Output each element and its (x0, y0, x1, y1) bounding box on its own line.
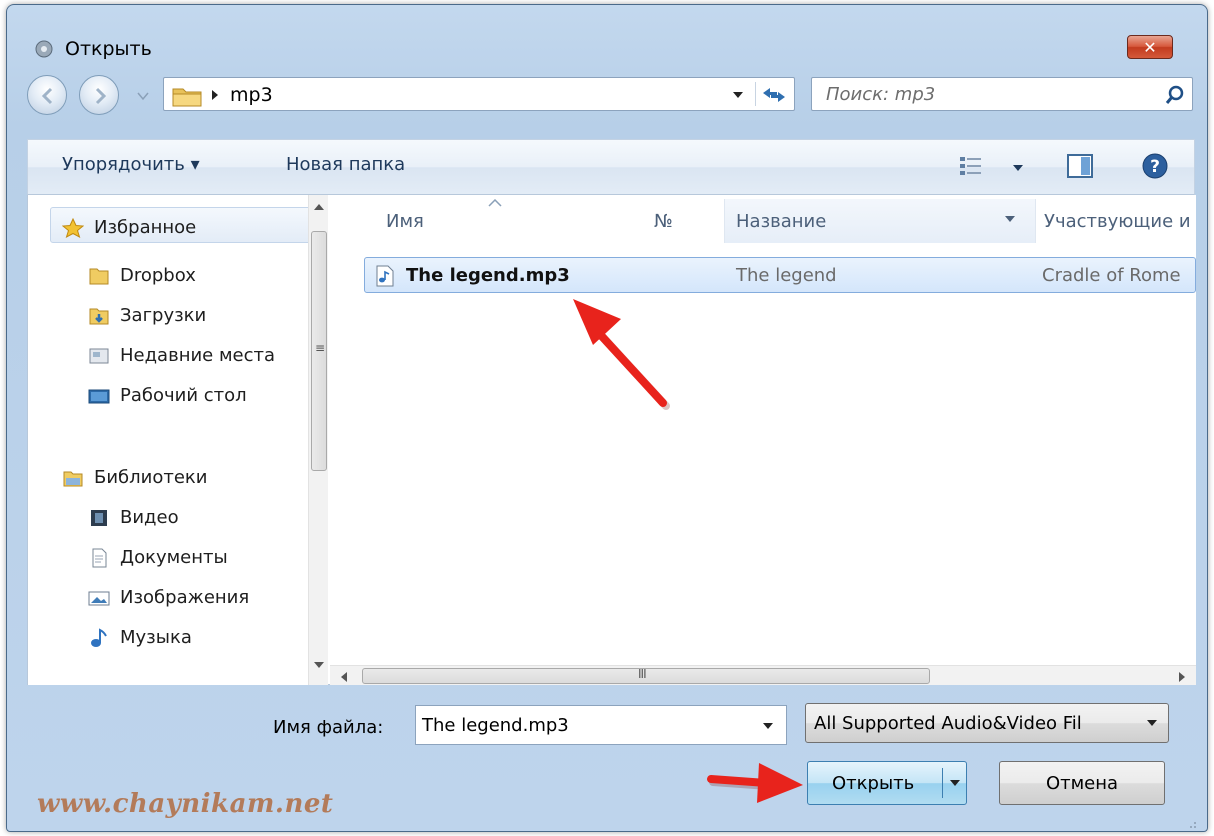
back-button[interactable] (27, 75, 67, 115)
forward-button[interactable] (79, 75, 119, 115)
cancel-button[interactable]: Отмена (999, 761, 1165, 805)
breadcrumb-mp3[interactable]: mp3 (230, 84, 273, 106)
content-area: Избранное Dropbox Загрузки Недавние мест… (27, 195, 1196, 685)
command-toolbar: Упорядочить ▾ Новая папка ? (27, 139, 1195, 195)
nav-label: Документы (120, 547, 228, 568)
file-type-filter[interactable]: All Supported Audio&Video Fil (805, 703, 1169, 743)
folder-icon (172, 88, 202, 107)
file-type-dropdown-icon[interactable] (1146, 719, 1158, 727)
scroll-left-icon[interactable] (340, 671, 348, 683)
nav-vertical-scrollbar[interactable]: ≡ (308, 195, 328, 685)
nav-label: Избранное (94, 217, 197, 238)
search-input[interactable]: Поиск: mp3 (826, 84, 935, 105)
file-title-cell: The legend (736, 265, 837, 286)
address-separator (755, 82, 756, 106)
resize-grip-icon[interactable] (1183, 817, 1197, 829)
pictures-icon (88, 591, 110, 605)
red-arrow-pointer-icon (707, 763, 803, 803)
libraries-icon (63, 471, 83, 486)
open-button-label: Открыть (832, 773, 915, 794)
filename-label: Имя файла: (273, 717, 384, 738)
column-header-artists[interactable]: Участвующие и (1044, 211, 1191, 232)
star-icon (62, 217, 84, 238)
preview-pane-icon[interactable] (1066, 152, 1094, 180)
file-horizontal-scrollbar[interactable]: III (330, 665, 1196, 685)
column-header-name[interactable]: Имя (386, 211, 424, 232)
filename-dropdown-icon[interactable] (762, 722, 774, 730)
folder-icon (89, 268, 109, 284)
view-dropdown-icon[interactable] (1012, 164, 1024, 172)
nav-label: Dropbox (120, 265, 196, 286)
title-bar[interactable]: Открыть ✕ (7, 5, 1207, 69)
column-header-number[interactable]: № (654, 211, 673, 232)
nav-label: Изображения (120, 587, 250, 608)
nav-item-recent-places[interactable]: Недавние места (88, 345, 275, 366)
open-button[interactable]: Открыть (807, 761, 967, 805)
forward-arrow-icon (95, 87, 107, 105)
open-file-dialog: Открыть ✕ mp3 Поиск: mp3 Упорядочить ▾ Н… (6, 4, 1208, 832)
nav-item-pictures[interactable]: Изображения (88, 587, 249, 608)
column-header-title[interactable]: Название (736, 211, 826, 232)
close-icon: ✕ (1143, 37, 1157, 57)
refresh-icon[interactable] (760, 84, 788, 106)
nav-item-favorites[interactable]: Избранное (62, 217, 196, 238)
nav-item-dropbox[interactable]: Dropbox (88, 265, 196, 286)
address-dropdown-icon[interactable] (732, 91, 744, 99)
nav-label: Недавние места (120, 345, 276, 366)
svg-text:?: ? (1150, 157, 1160, 177)
downloads-folder-icon (89, 308, 109, 324)
file-artist-cell: Cradle of Rome (1042, 265, 1181, 286)
organize-button[interactable]: Упорядочить ▾ (62, 154, 200, 175)
scroll-thumb[interactable] (362, 668, 930, 684)
documents-icon (92, 548, 107, 567)
nav-label: Видео (120, 507, 179, 528)
file-name-cell[interactable]: The legend.mp3 (406, 265, 570, 286)
search-icon[interactable] (1164, 84, 1186, 106)
red-arrow-pointer-icon (573, 299, 670, 410)
file-list: Имя № Название Участвующие и The legend.… (330, 195, 1196, 685)
music-icon (91, 627, 107, 647)
desktop-icon (88, 389, 110, 403)
filename-input[interactable]: The legend.mp3 (422, 715, 569, 736)
cancel-button-label: Отмена (1045, 773, 1119, 794)
breadcrumb-arrow-icon[interactable] (210, 89, 220, 101)
nav-label: Рабочий стол (120, 385, 247, 406)
nav-item-desktop[interactable]: Рабочий стол (88, 385, 247, 406)
watermark: www.chaynikam.net (37, 789, 334, 819)
scroll-grip-icon: ≡ (315, 341, 326, 355)
help-icon[interactable]: ? (1140, 151, 1170, 181)
app-icon (35, 40, 53, 58)
nav-item-downloads[interactable]: Загрузки (88, 305, 206, 326)
back-arrow-icon (41, 87, 53, 105)
open-button-split (942, 768, 943, 798)
nav-item-libraries[interactable]: Библиотеки (62, 467, 208, 488)
file-type-value: All Supported Audio&Video Fil (814, 713, 1082, 734)
recent-pages-dropdown-icon[interactable] (137, 91, 149, 101)
scroll-down-icon[interactable] (313, 661, 325, 669)
recent-places-icon (89, 348, 109, 363)
search-box[interactable]: Поиск: mp3 (811, 77, 1193, 111)
nav-item-documents[interactable]: Документы (88, 547, 228, 568)
window-title: Открыть (65, 38, 152, 60)
filename-combobox[interactable]: The legend.mp3 (415, 705, 787, 745)
scroll-right-icon[interactable] (1178, 671, 1186, 683)
nav-item-music[interactable]: Музыка (88, 627, 192, 648)
nav-label: Музыка (120, 627, 192, 648)
audio-file-icon (376, 265, 394, 287)
scroll-grip-icon: III (638, 667, 647, 681)
address-bar[interactable]: mp3 (163, 77, 795, 111)
nav-label: Загрузки (120, 305, 207, 326)
open-options-dropdown-icon[interactable] (949, 779, 961, 787)
nav-label: Библиотеки (94, 467, 208, 488)
view-options-icon[interactable] (958, 154, 988, 178)
nav-item-video[interactable]: Видео (88, 507, 179, 528)
column-filter-dropdown-icon[interactable] (1004, 215, 1016, 223)
close-button[interactable]: ✕ (1127, 35, 1173, 59)
scroll-up-icon[interactable] (313, 203, 325, 211)
new-folder-button[interactable]: Новая папка (286, 154, 405, 175)
video-icon (91, 509, 107, 526)
sort-ascending-icon (488, 199, 502, 207)
navigation-pane: Избранное Dropbox Загрузки Недавние мест… (28, 195, 328, 685)
